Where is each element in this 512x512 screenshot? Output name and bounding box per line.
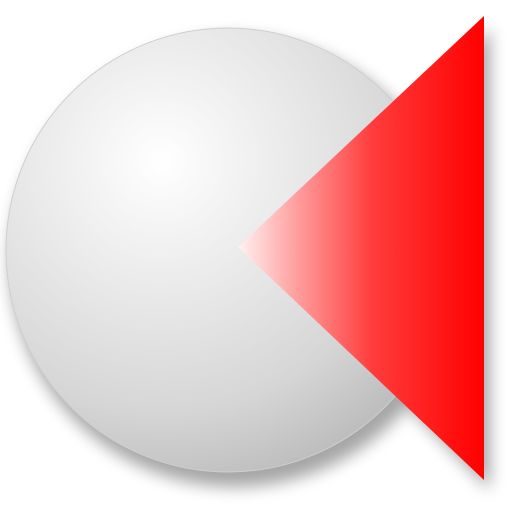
logo-canvas <box>0 0 512 512</box>
gray-sphere-red-triangle-logo-icon <box>5 16 490 490</box>
